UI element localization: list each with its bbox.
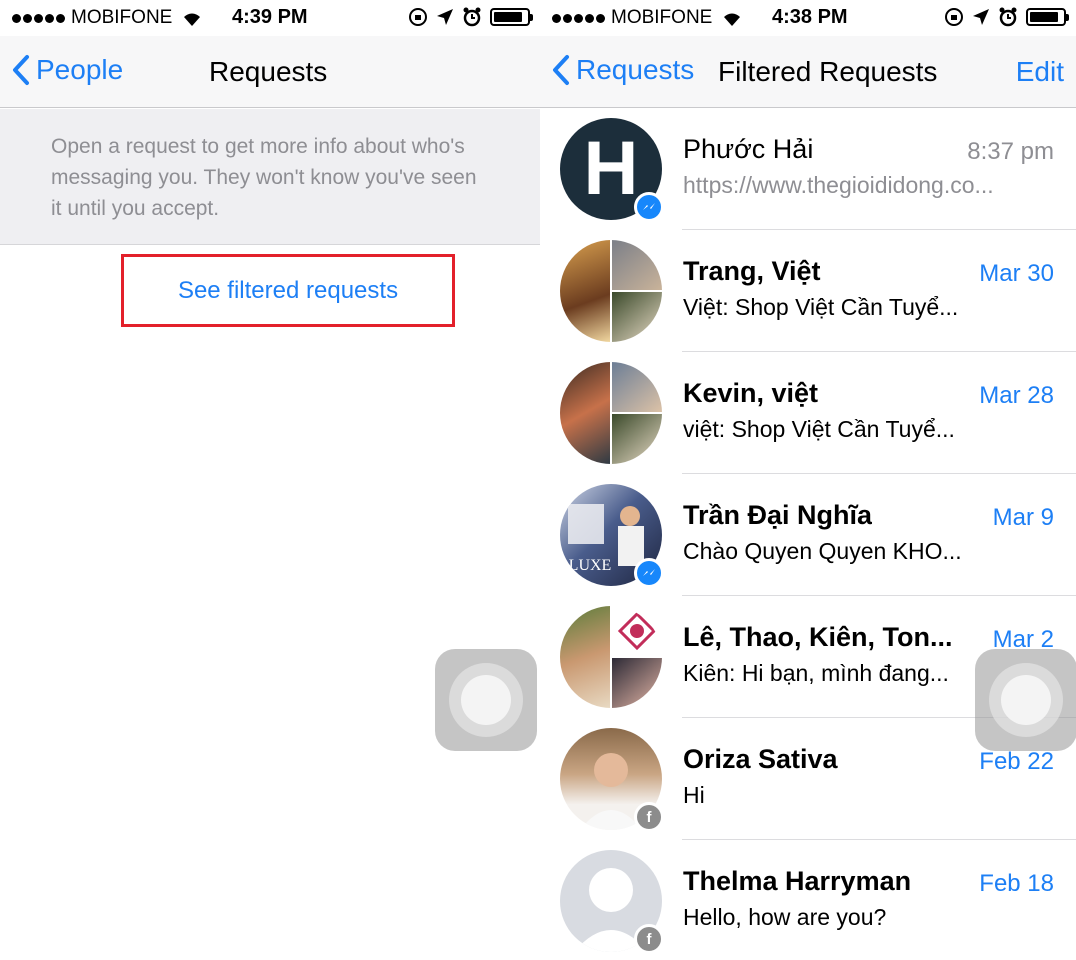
avatar xyxy=(560,362,662,464)
conversation-preview: việt: Shop Việt Cần Tuyể... xyxy=(683,416,955,442)
wifi-icon xyxy=(724,13,741,26)
status-icons xyxy=(944,7,1069,27)
signal-dots-icon xyxy=(12,13,65,23)
chevron-left-icon xyxy=(13,55,29,85)
status-bar: MOBIFONE 4:39 PM xyxy=(0,0,540,36)
battery-icon xyxy=(490,8,533,26)
conversation-preview: https://www.thegioididong.co... xyxy=(683,172,994,198)
conversation-preview: Kiên: Hi bạn, mình đang... xyxy=(683,660,949,686)
assistive-touch-button[interactable] xyxy=(975,649,1076,751)
requests-info-text: Open a request to get more info about wh… xyxy=(0,109,540,245)
conversation-name: Thelma Harryman xyxy=(683,866,912,896)
clock: 4:38 PM xyxy=(772,6,848,28)
wifi-icon xyxy=(184,13,201,26)
chevron-left-icon xyxy=(553,55,569,85)
filtered-requests-screen: MOBIFONE 4:38 PM Requests Filtered Reque… xyxy=(540,0,1076,960)
conversation-row[interactable]: H Phước Hải 8:37 pm https://www.thegioid… xyxy=(540,108,1076,230)
conversation-list: H Phước Hải 8:37 pm https://www.thegioid… xyxy=(540,108,1076,960)
see-filtered-requests-label: See filtered requests xyxy=(177,276,399,304)
requests-screen: MOBIFONE 4:39 PM People Requests Open a … xyxy=(0,0,540,960)
conversation-name: Trang, Việt xyxy=(683,256,821,286)
assistive-touch-button[interactable] xyxy=(435,649,537,751)
alarm-icon xyxy=(463,7,481,27)
back-button[interactable]: People xyxy=(12,54,123,86)
conversation-date: Feb 18 xyxy=(979,870,1054,897)
clock: 4:39 PM xyxy=(232,6,308,28)
status-icons xyxy=(408,7,533,27)
carrier-info: MOBIFONE xyxy=(12,7,204,29)
avatar: f xyxy=(560,850,664,954)
nav-bar: People Requests xyxy=(0,36,540,108)
conversation-row[interactable]: Trang, Việt Mar 30 Việt: Shop Việt Cần T… xyxy=(540,230,1076,352)
messenger-badge-icon xyxy=(634,558,664,588)
avatar: LUXE xyxy=(560,484,664,588)
conversation-preview: Hello, how are you? xyxy=(683,904,887,930)
conversation-row[interactable]: Kevin, việt Mar 28 việt: Shop Việt Cần T… xyxy=(540,352,1076,474)
edit-button[interactable]: Edit xyxy=(1016,56,1064,88)
rotation-lock-icon xyxy=(945,8,963,26)
back-label: Requests xyxy=(576,54,695,85)
conversation-preview: Việt: Shop Việt Cần Tuyể... xyxy=(683,294,959,320)
page-title: Requests xyxy=(209,56,328,87)
conversation-date: Mar 9 xyxy=(992,504,1054,531)
carrier-label: MOBIFONE xyxy=(71,7,173,28)
nav-bar: Requests Filtered Requests Edit xyxy=(540,36,1076,108)
signal-dots-icon xyxy=(552,13,605,23)
conversation-date: Mar 30 xyxy=(979,260,1054,287)
rotation-lock-icon xyxy=(409,8,427,26)
avatar xyxy=(560,240,662,342)
status-bar: MOBIFONE 4:38 PM xyxy=(540,0,1076,36)
messenger-badge-icon xyxy=(634,192,664,222)
see-filtered-requests-link[interactable]: See filtered requests xyxy=(121,254,455,327)
conversation-date: Mar 28 xyxy=(979,382,1054,409)
location-arrow-icon xyxy=(437,9,453,25)
conversation-name: Lê, Thao, Kiên, Ton... xyxy=(683,622,953,652)
svg-text:H: H xyxy=(584,126,639,211)
alarm-icon xyxy=(999,7,1017,27)
location-arrow-icon xyxy=(973,9,989,25)
conversation-preview: Chào Quyen Quyen KHO... xyxy=(683,538,962,564)
conversation-row[interactable]: LUXE Trần Đại Nghĩa Mar 9 Chào Quyen Quy… xyxy=(540,474,1076,596)
conversation-row[interactable]: f Thelma Harryman Feb 18 Hello, how are … xyxy=(540,840,1076,960)
conversation-name: Kevin, việt xyxy=(683,378,819,408)
page-title: Filtered Requests xyxy=(718,56,938,87)
battery-icon xyxy=(1026,8,1069,26)
conversation-name: Oriza Sativa xyxy=(683,744,838,774)
group-avatar xyxy=(560,606,662,708)
group-avatar xyxy=(560,362,662,464)
conversation-name: Trần Đại Nghĩa xyxy=(683,500,873,530)
facebook-badge-icon: f xyxy=(634,802,664,832)
group-avatar xyxy=(560,240,662,342)
carrier-info: MOBIFONE xyxy=(552,7,744,29)
back-label: People xyxy=(36,54,124,85)
conversation-date: Feb 22 xyxy=(979,748,1054,775)
facebook-badge-icon: f xyxy=(634,924,664,954)
avatar: f xyxy=(560,728,664,832)
conversation-date: 8:37 pm xyxy=(967,138,1054,165)
carrier-label: MOBIFONE xyxy=(611,7,713,28)
avatar: H xyxy=(560,118,664,222)
back-button[interactable]: Requests xyxy=(552,54,694,86)
luxe-sign-text: LUXE xyxy=(569,557,612,574)
conversation-name: Phước Hải xyxy=(683,134,814,164)
conversation-preview: Hi xyxy=(683,782,705,808)
avatar xyxy=(560,606,662,708)
